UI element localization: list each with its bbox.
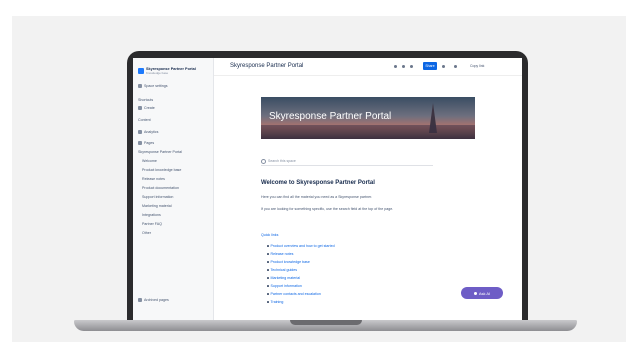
sidebar-item-root-page[interactable]: Skyresponse Partner Portal	[138, 150, 182, 154]
sidebar-item-pages[interactable]: Pages	[138, 141, 154, 145]
quick-link[interactable]: Support information	[267, 284, 302, 288]
tree-item[interactable]: Support information	[142, 195, 173, 199]
space-logo-icon	[138, 68, 144, 74]
quick-link[interactable]: Marketing material	[267, 276, 300, 280]
quick-link[interactable]: Product overview and how to get started	[267, 244, 335, 248]
quick-link[interactable]: Release notes	[267, 252, 293, 256]
search-input[interactable]: Search this space	[261, 157, 433, 166]
tree-item[interactable]: Other	[142, 231, 151, 235]
tree-item[interactable]: Integrations	[142, 213, 161, 217]
sidebar-item-space-settings[interactable]: Space settings	[138, 84, 168, 88]
search-icon	[261, 158, 266, 164]
quick-link[interactable]: Technical guides	[267, 268, 297, 272]
laptop-notch	[290, 320, 362, 325]
tree-item[interactable]: Product knowledge base	[142, 168, 181, 172]
sidebar-item-label: Shortcuts	[138, 98, 154, 102]
sidebar-item-analytics[interactable]: Analytics	[138, 130, 158, 134]
sidebar-item-label: Archived pages	[144, 298, 169, 302]
tree-item[interactable]: Release notes	[142, 177, 165, 181]
intro-paragraph: Here you can find all the material you n…	[261, 195, 373, 199]
sidebar-item-label: Content	[138, 118, 151, 122]
archive-icon	[138, 298, 142, 302]
help-paragraph: If you are looking for something specifi…	[261, 207, 394, 211]
search-placeholder: Search this space	[268, 159, 296, 163]
pages-icon	[138, 141, 142, 145]
laptop-screen: Skyresponse Partner Portal Knowledge bas…	[133, 58, 522, 320]
chart-icon	[138, 130, 142, 134]
sidebar-item-label: Analytics	[144, 130, 159, 134]
page-header: Skyresponse Partner Portal Share Copy li…	[214, 58, 522, 76]
copy-link[interactable]: Copy link	[470, 64, 484, 68]
header-banner: Skyresponse Partner Portal	[261, 97, 475, 139]
share-button[interactable]: Share	[423, 62, 437, 70]
tree-item[interactable]: Partner FAQ	[142, 222, 162, 226]
space-subtitle: Knowledge base	[146, 71, 169, 75]
edit-icon[interactable]	[394, 65, 397, 68]
quick-link[interactable]: Partner contacts and escalation	[267, 292, 321, 296]
city-skyline	[261, 125, 475, 139]
sidebar-item-archived[interactable]: Archived pages	[138, 298, 169, 302]
tree-item[interactable]: Product documentation	[142, 186, 179, 190]
more-icon[interactable]	[454, 65, 457, 68]
sidebar-item-shortcuts[interactable]: Shortcuts	[138, 98, 153, 102]
space-header[interactable]: Skyresponse Partner Portal Knowledge bas…	[138, 67, 196, 75]
sparkle-icon	[473, 291, 477, 295]
plus-icon	[138, 106, 142, 110]
welcome-heading: Welcome to Skyresponse Partner Portal	[261, 180, 375, 186]
quick-link[interactable]: Product knowledge base	[267, 260, 310, 264]
ask-ai-label: Ask AI	[478, 290, 491, 296]
page-title: Skyresponse Partner Portal	[230, 63, 304, 69]
banner-title: Skyresponse Partner Portal	[269, 111, 392, 122]
ask-ai-button[interactable]: Ask AI	[461, 287, 503, 299]
quick-links-heading: Quick links	[261, 233, 279, 237]
sidebar-item-label: Skyresponse Partner Portal	[138, 150, 182, 154]
sidebar: Skyresponse Partner Portal Knowledge bas…	[133, 58, 214, 320]
comment-icon[interactable]	[402, 65, 405, 68]
sidebar-item-content[interactable]: Content	[138, 118, 151, 122]
tree-item[interactable]: Marketing material	[142, 204, 172, 208]
quick-link[interactable]: Training	[267, 300, 283, 304]
tree-item[interactable]: Welcome	[142, 159, 157, 163]
sidebar-item-label: Create	[144, 106, 155, 110]
gear-icon	[138, 84, 142, 88]
sidebar-item-label: Pages	[144, 141, 155, 145]
link-icon[interactable]	[442, 65, 445, 68]
sidebar-item-create[interactable]: Create	[138, 106, 155, 110]
sidebar-item-label: Space settings	[144, 84, 168, 88]
watch-icon[interactable]	[410, 65, 413, 68]
